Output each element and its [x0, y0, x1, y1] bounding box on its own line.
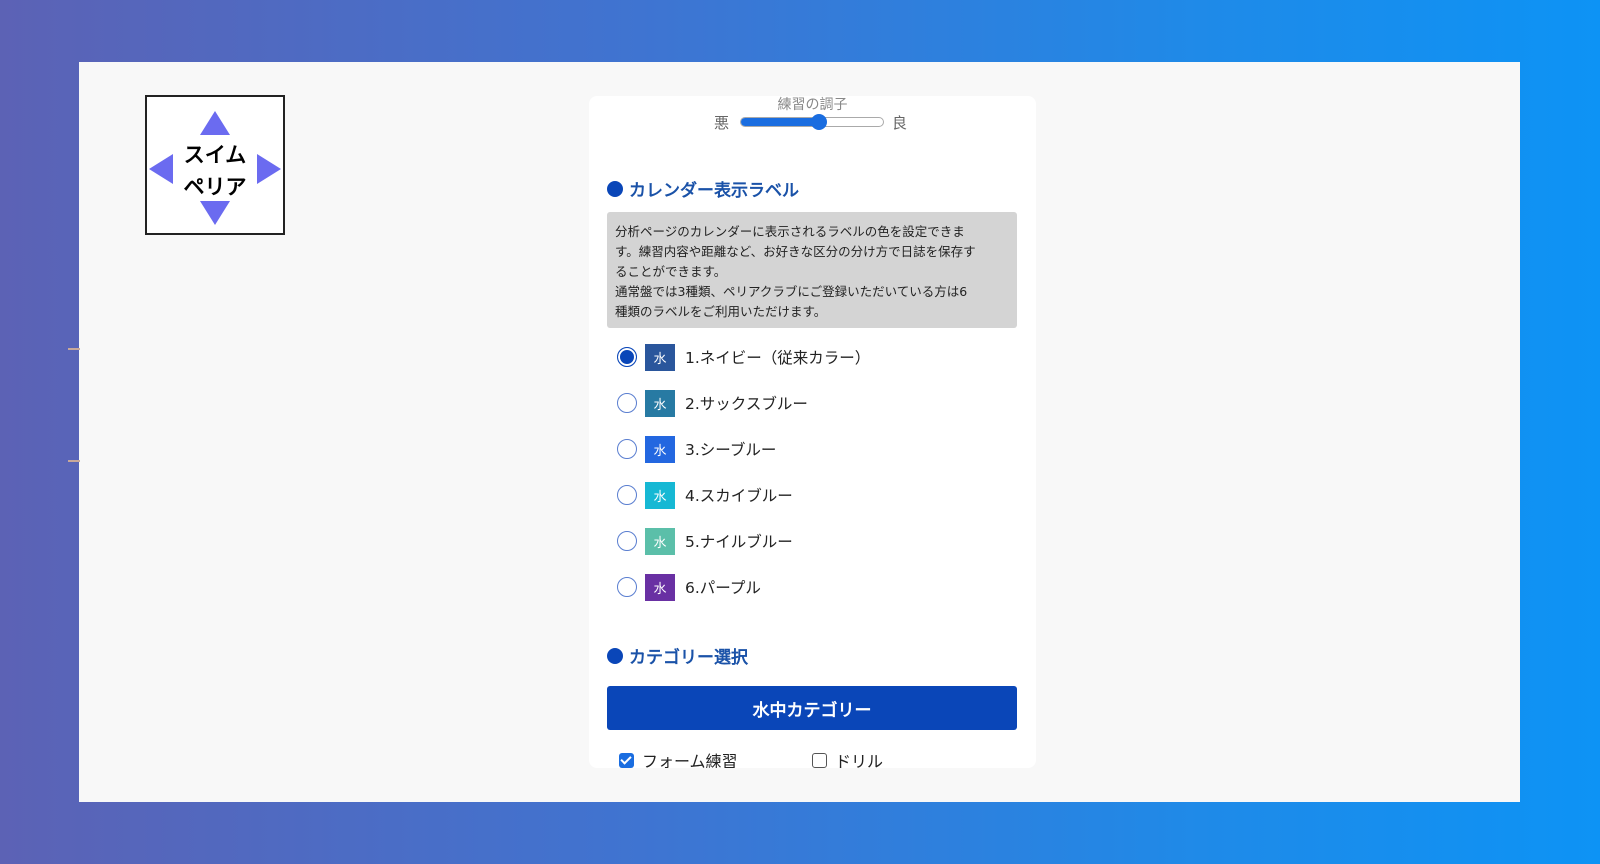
form-practice-checkbox[interactable] [619, 752, 634, 768]
slider-min-label: 悪 [714, 114, 730, 132]
bullet-dot-icon [607, 180, 623, 197]
radio-button[interactable] [617, 577, 637, 597]
info-line: 種類のラベルをご利用いただけます。 [615, 304, 827, 319]
color-chip: 水 [645, 573, 675, 601]
label-option-1[interactable]: 水 1.ネイビー（従来カラー） [617, 343, 870, 371]
category-heading: カテゴリー選択 [607, 643, 748, 668]
form-practice-checkbox-row[interactable]: フォーム練習 [619, 748, 738, 768]
color-chip: 水 [645, 343, 675, 371]
checkbox-label: フォーム練習 [642, 752, 738, 768]
swimperia-logo: スイム ペリア [145, 95, 285, 235]
label-option-6[interactable]: 水 6.パープル [617, 573, 761, 601]
calendar-label-heading-text: カレンダー表示ラベル [629, 181, 799, 201]
label-option-2[interactable]: 水 2.サックスブルー [617, 389, 808, 417]
checkbox-label: ドリル [835, 752, 884, 768]
side-tick-top [68, 348, 80, 350]
underwater-category-button[interactable]: 水中カテゴリー [607, 686, 1017, 730]
drill-checkbox[interactable] [812, 752, 827, 768]
calendar-label-heading: カレンダー表示ラベル [607, 176, 799, 201]
radio-button[interactable] [617, 485, 637, 505]
drill-checkbox-row[interactable]: ドリル [812, 748, 883, 768]
color-chip: 水 [645, 527, 675, 555]
logo-line-1: スイム [183, 143, 247, 167]
slider-title: 練習の調子 [777, 97, 848, 113]
label-option-3[interactable]: 水 3.シーブルー [617, 435, 776, 463]
option-label: 3.シーブルー [685, 441, 777, 459]
slider-thumb[interactable] [811, 114, 828, 130]
option-label: 6.パープル [685, 579, 761, 597]
color-chip: 水 [645, 435, 675, 463]
radio-button[interactable] [617, 531, 637, 551]
radio-button[interactable] [617, 347, 637, 367]
settings-card: 練習の調子 悪 良 カレンダー表示ラベル 分析ページのカレンダーに表示されるラベ… [589, 96, 1036, 768]
info-line: 分析ページのカレンダーに表示されるラベルの色を設定できま [615, 224, 965, 239]
label-option-5[interactable]: 水 5.ナイルブルー [617, 527, 793, 555]
option-label: 1.ネイビー（従来カラー） [685, 349, 871, 367]
info-line: す。練習内容や距離など、お好きな区分の分け方で日誌を保存す [615, 244, 976, 259]
option-label: 2.サックスブルー [685, 395, 808, 413]
logo-line-2: ペリア [183, 175, 247, 199]
slider-fill [741, 118, 820, 126]
color-chip: 水 [645, 389, 675, 417]
condition-slider-row: 練習の調子 悪 良 [589, 97, 1036, 134]
info-line: 通常盤では3種類、ペリアクラブにご登録いただいている方は6 [615, 284, 968, 299]
option-label: 4.スカイブルー [685, 487, 793, 505]
category-heading-text: カテゴリー選択 [629, 648, 748, 668]
bullet-dot-icon [607, 647, 623, 664]
calendar-info-box: 分析ページのカレンダーに表示されるラベルの色を設定できま す。練習内容や距離など… [607, 212, 1017, 328]
slider-max-label: 良 [892, 114, 908, 132]
side-tick-bottom [68, 460, 80, 462]
info-line: ることができます。 [615, 264, 727, 279]
option-label: 5.ナイルブルー [685, 533, 793, 551]
label-option-4[interactable]: 水 4.スカイブルー [617, 481, 793, 509]
radio-button[interactable] [617, 393, 637, 413]
radio-button[interactable] [617, 439, 637, 459]
color-chip: 水 [645, 481, 675, 509]
condition-slider[interactable] [740, 114, 884, 130]
